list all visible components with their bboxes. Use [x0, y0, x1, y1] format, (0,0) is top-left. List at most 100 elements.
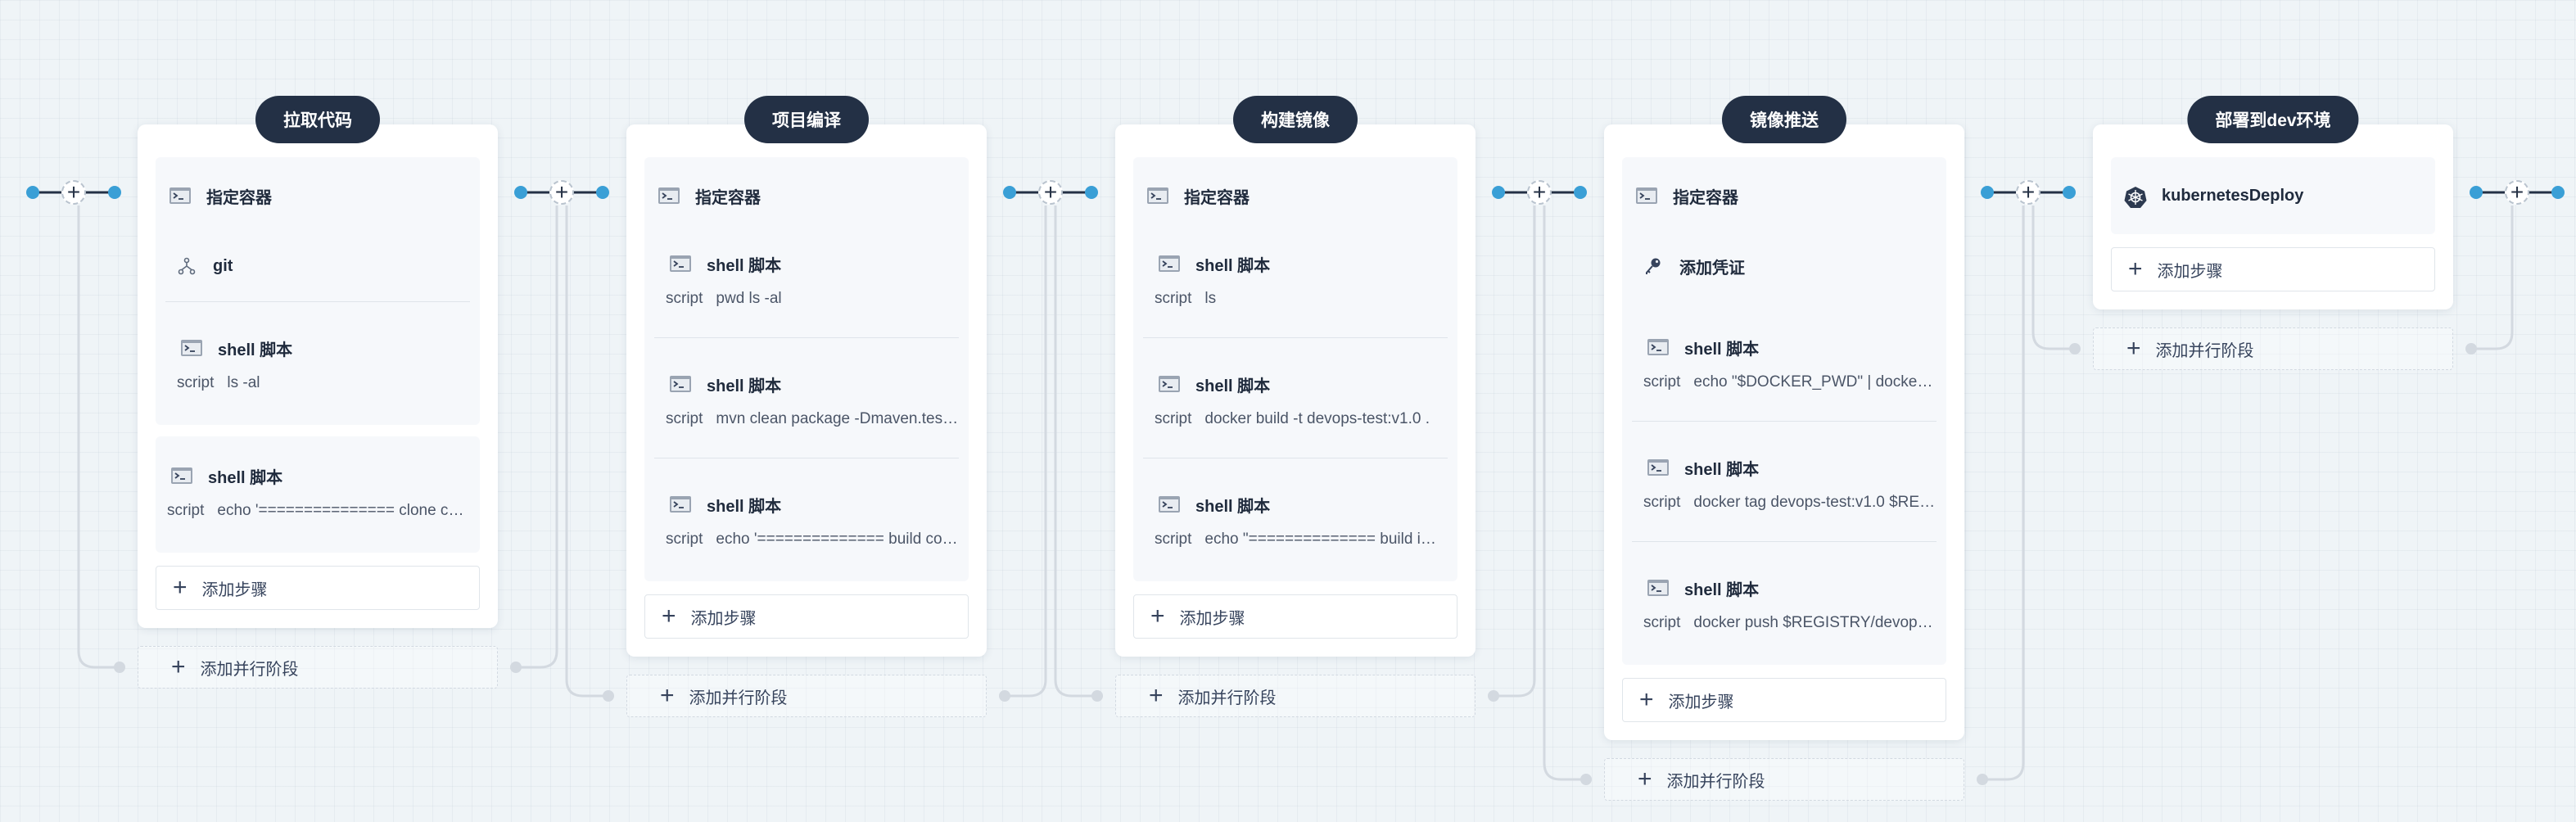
terminal-icon: [658, 186, 680, 206]
terminal-icon: [1635, 186, 1658, 206]
shell-step-header: shell 脚本: [1632, 321, 1937, 373]
shell-step[interactable]: shell 脚本 script docker push $REGISTRY/devo…: [1622, 562, 1946, 662]
container-step[interactable]: 指定容器: [1622, 160, 1946, 231]
add-stage-node[interactable]: +: [1038, 180, 1063, 205]
add-parallel-stage-button[interactable]: + 添加并行阶段: [626, 675, 987, 717]
script-command: echo "$DOCKER_PWD" | docker login: [1693, 373, 1937, 391]
parallel-branch-line: [1543, 206, 1586, 781]
container-step[interactable]: 指定容器: [644, 160, 969, 231]
add-step-button[interactable]: + 添加步骤: [2111, 247, 2435, 291]
rail-endpoint: [1981, 186, 1994, 199]
terminal-icon: [169, 186, 192, 206]
terminal-icon: [170, 466, 193, 486]
divider: [1632, 421, 1937, 422]
stage-title[interactable]: 部署到dev环境: [2187, 96, 2359, 143]
add-stage-node[interactable]: +: [61, 180, 86, 205]
plus-icon: +: [173, 574, 188, 601]
add-step-label: 添加步骤: [201, 580, 268, 599]
shell-step-label: shell 脚本: [707, 377, 782, 395]
add-step-label: 添加步骤: [2157, 262, 2223, 281]
shell-step[interactable]: shell 脚本 script pwd ls -al: [644, 237, 969, 337]
key-icon: [1642, 256, 1665, 276]
rail-endpoint: [596, 186, 609, 199]
script-key: script: [167, 502, 205, 519]
git-branch-icon: [175, 256, 198, 276]
shell-step-label: shell 脚本: [1195, 256, 1271, 275]
shell-step[interactable]: shell 脚本 script mvn clean package -Dmaven.…: [644, 358, 969, 458]
shell-step-label: shell 脚本: [1684, 580, 1760, 599]
shell-step[interactable]: shell 脚本 script ls: [1133, 237, 1457, 337]
add-stage-node[interactable]: +: [549, 180, 574, 205]
shell-step[interactable]: shell 脚本 script echo "============== build…: [1133, 478, 1457, 578]
shell-step[interactable]: shell 脚本 script echo "$DOCKER_PWD" | docke…: [1622, 321, 1946, 421]
add-step-button[interactable]: + 添加步骤: [1133, 594, 1457, 639]
plus-icon: +: [2128, 255, 2143, 282]
stage-title[interactable]: 镜像推送: [1722, 96, 1846, 143]
parallel-branch-dot: [999, 690, 1010, 702]
pipeline-canvas: 指定容器 git shell 脚本 script ls -al shell 脚本 scrip…: [0, 0, 2576, 822]
shell-step[interactable]: shell 脚本 script ls -al: [156, 322, 480, 422]
script-command: pwd ls -al: [716, 290, 782, 307]
script-command: ls -al: [227, 374, 260, 391]
container-step[interactable]: 指定容器: [1133, 160, 1457, 231]
plus-icon: +: [2126, 335, 2141, 362]
add-stage-node[interactable]: +: [1527, 180, 1552, 205]
terminal-icon: [669, 374, 692, 394]
step-group: kubernetesDeploy: [2111, 157, 2435, 234]
add-parallel-stage-button[interactable]: + 添加并行阶段: [1115, 675, 1476, 717]
add-stage-node[interactable]: +: [2505, 180, 2529, 205]
git-step[interactable]: git: [156, 231, 480, 301]
parallel-branch-line: [77, 206, 120, 669]
script-key: script: [666, 410, 703, 427]
script-line: script echo '============== build complet…: [654, 531, 959, 578]
container-step-label: kubernetesDeploy: [2162, 186, 2304, 205]
add-parallel-stage-button[interactable]: + 添加并行阶段: [1604, 758, 1964, 801]
container-step[interactable]: 指定容器: [156, 160, 480, 231]
divider: [1143, 337, 1448, 338]
stage-title[interactable]: 项目编译: [744, 96, 869, 143]
add-step-button[interactable]: + 添加步骤: [156, 566, 480, 610]
script-key: script: [666, 290, 703, 307]
parallel-branch-dot: [603, 690, 614, 702]
add-step-button[interactable]: + 添加步骤: [1622, 678, 1946, 722]
script-line: script docker build -t devops-test:v1.0 .: [1143, 410, 1448, 458]
container-step[interactable]: kubernetesDeploy: [2111, 160, 2435, 231]
script-command: mvn clean package -Dmaven.test.skip=true: [716, 410, 959, 427]
script-line: script pwd ls -al: [654, 290, 959, 337]
shell-step-header: shell 脚本: [1632, 441, 1937, 494]
shell-step-header: shell 脚本: [1143, 237, 1448, 290]
shell-step[interactable]: shell 脚本 script echo '=============== clon…: [156, 449, 480, 549]
script-command: echo '============== build complete: [716, 531, 959, 548]
stage-title[interactable]: 构建镜像: [1233, 96, 1358, 143]
script-key: script: [1643, 614, 1681, 631]
add-parallel-stage-button[interactable]: + 添加并行阶段: [138, 646, 498, 689]
parallel-branch-line: [2471, 206, 2514, 350]
rail-endpoint: [108, 186, 121, 199]
step-label: 添加凭证: [1679, 259, 1745, 278]
terminal-icon: [1158, 495, 1181, 514]
credential-step[interactable]: 添加凭证: [1622, 231, 1946, 301]
parallel-branch-dot: [1091, 690, 1103, 702]
shell-step-header: shell 脚本: [1143, 358, 1448, 410]
parallel-branch-line: [565, 206, 608, 698]
add-stage-node[interactable]: +: [2016, 180, 2040, 205]
script-command: echo "============== build image complet…: [1204, 531, 1448, 548]
script-key: script: [1155, 531, 1192, 548]
script-command: docker tag devops-test:v1.0 $REGISTRY: [1693, 494, 1937, 511]
shell-step-header: shell 脚本: [1143, 478, 1448, 531]
plus-icon: +: [1638, 766, 1652, 793]
shell-step[interactable]: shell 脚本 script docker tag devops-test:v1.…: [1622, 441, 1946, 541]
stage-title[interactable]: 拉取代码: [255, 96, 380, 143]
shell-step[interactable]: shell 脚本 script echo '============== build…: [644, 478, 969, 578]
rail-endpoint: [1574, 186, 1587, 199]
shell-step[interactable]: shell 脚本 script docker build -t devops-tes…: [1133, 358, 1457, 458]
parallel-branch-line: [1005, 206, 1047, 698]
rail-endpoint: [2470, 186, 2483, 199]
add-parallel-stage-button[interactable]: + 添加并行阶段: [2093, 327, 2453, 370]
add-step-label: 添加步骤: [1668, 693, 1734, 711]
script-command: ls: [1204, 290, 1217, 307]
add-step-label: 添加步骤: [1179, 609, 1245, 628]
add-step-button[interactable]: + 添加步骤: [644, 594, 969, 639]
step-group: 指定容器 添加凭证 shell 脚本 script echo "$DOCKER_PWD"…: [1622, 157, 1946, 665]
shell-step-label: shell 脚本: [707, 256, 782, 275]
